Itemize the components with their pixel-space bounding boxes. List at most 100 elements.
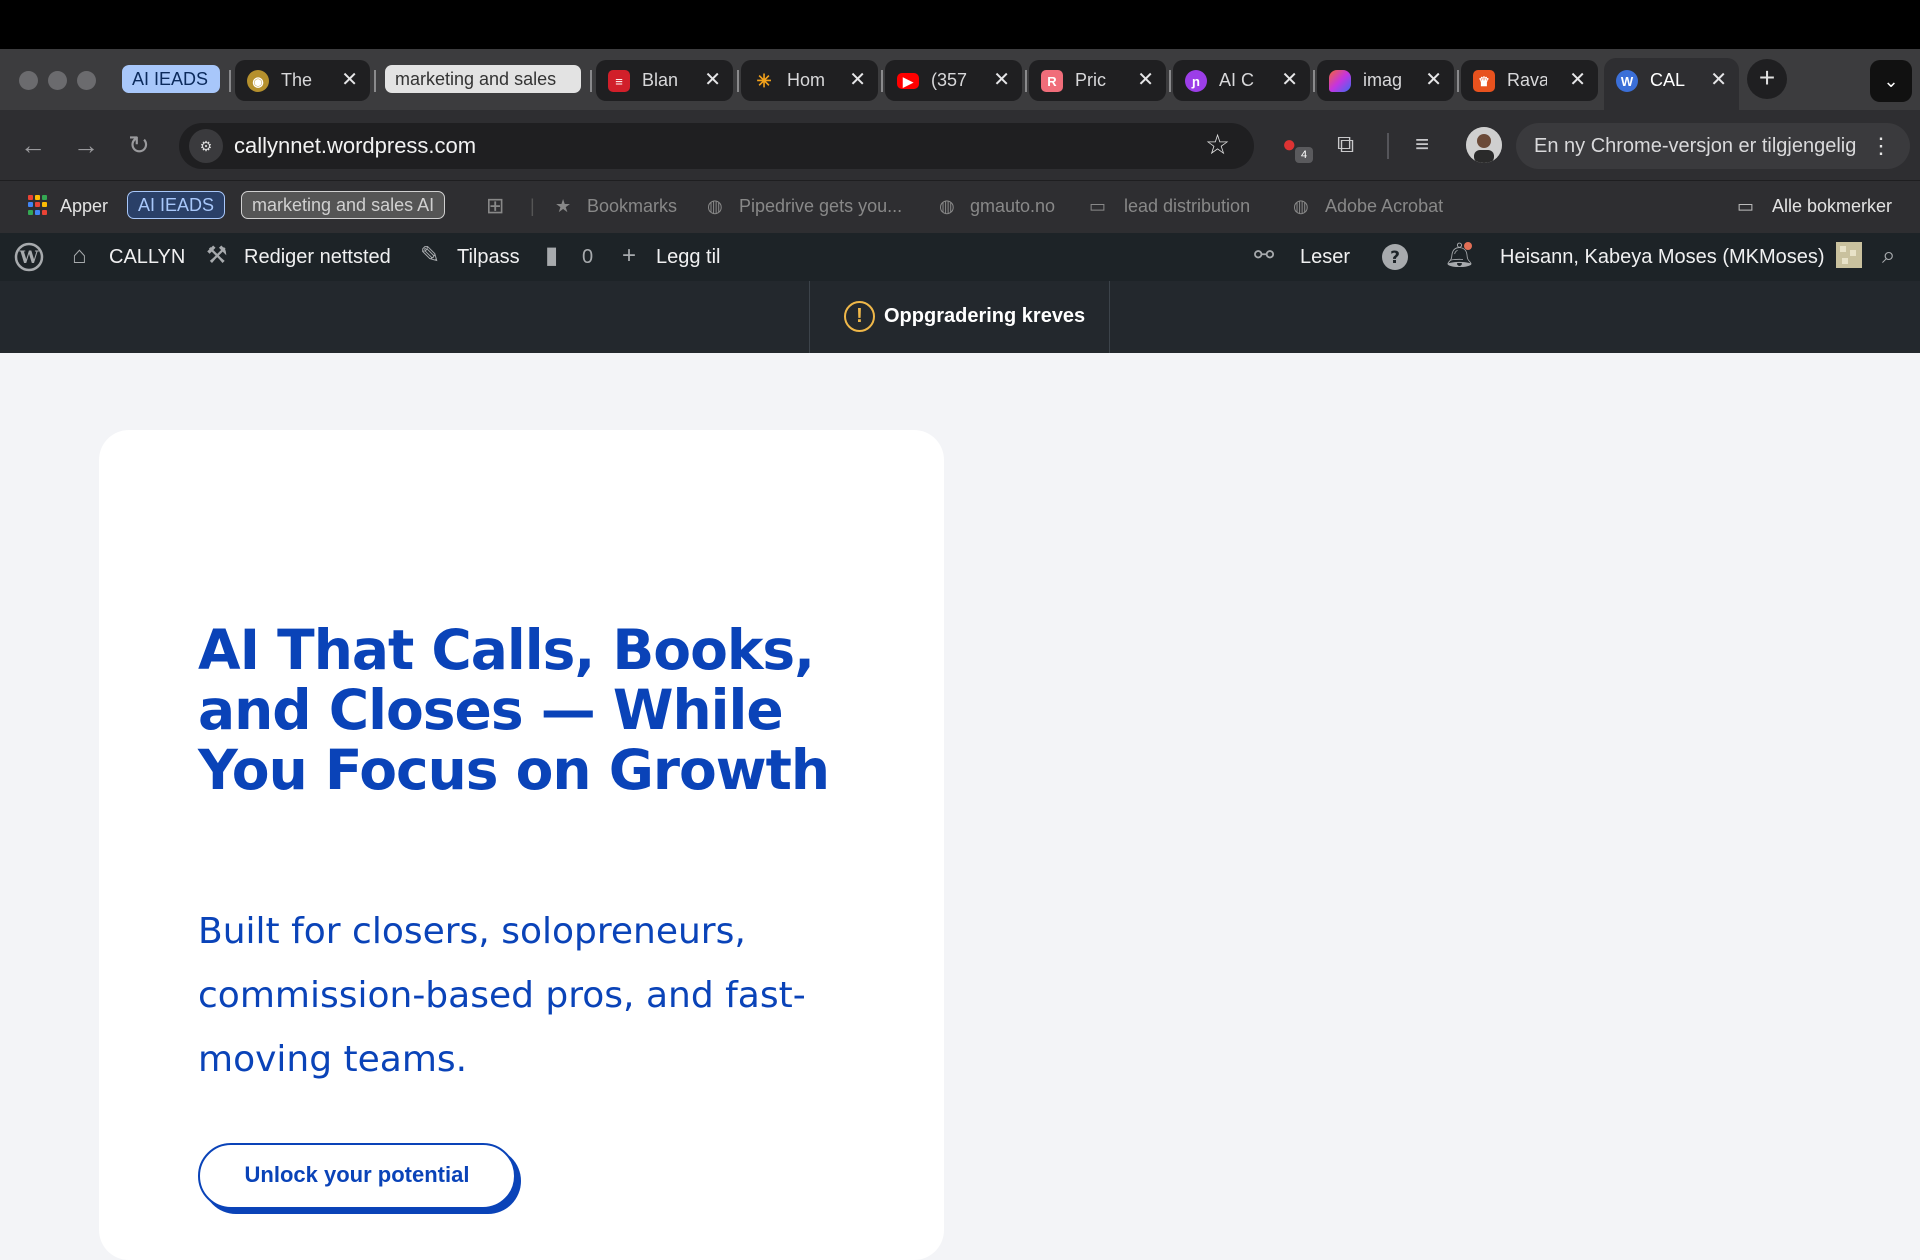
hero-card <box>99 430 944 1260</box>
close-icon[interactable]: ✕ <box>1281 60 1298 101</box>
close-icon[interactable]: ✕ <box>993 60 1010 101</box>
help-icon[interactable]: ? <box>1380 242 1410 279</box>
wp-edit-site[interactable]: Rediger nettsted <box>244 245 391 269</box>
upgrade-required-text[interactable]: Oppgradering kreves <box>884 305 1085 328</box>
wp-add-new[interactable]: Legg til <box>656 245 721 269</box>
tab-group-marketing[interactable]: marketing and sales <box>385 65 581 93</box>
tab-title: Hom <box>787 70 826 90</box>
sunburst-icon: ✳ <box>756 70 772 91</box>
wp-comments-count[interactable]: 0 <box>582 245 593 269</box>
wp-site-name[interactable]: CALLYN <box>109 245 185 269</box>
close-icon[interactable]: ✕ <box>1569 60 1586 101</box>
tab-cal-active[interactable]: W CAL ✕ <box>1604 58 1739 110</box>
bookmark-group-ai-ieads[interactable]: AI IEADS <box>127 191 226 219</box>
close-icon[interactable]: ✕ <box>704 60 721 101</box>
close-icon[interactable]: ✕ <box>1137 60 1154 101</box>
warning-icon: ! <box>844 301 875 332</box>
bookmark-apps[interactable]: Apper <box>60 193 108 219</box>
search-icon[interactable]: ⌕ <box>1882 242 1895 270</box>
hero-title: AI That Calls, Books, and Closes — While… <box>198 618 830 802</box>
hammer-icon: ⚒ <box>206 242 228 269</box>
tab-separator <box>1025 70 1027 92</box>
comment-icon: ▮ <box>545 242 559 269</box>
close-window-button[interactable] <box>19 71 38 90</box>
pricing-icon: R <box>1041 70 1063 92</box>
unlock-potential-button[interactable]: Unlock your potential <box>198 1143 516 1209</box>
tab-title: AI C <box>1219 70 1255 90</box>
apps-grid-icon <box>28 195 48 215</box>
toolbar-separator <box>1387 133 1389 159</box>
chevron-down-icon: ⌄ <box>1883 71 1899 91</box>
tab-title: (357 <box>931 70 968 90</box>
tab-separator <box>881 70 883 92</box>
tab-title: CAL <box>1650 70 1686 90</box>
minimize-window-button[interactable] <box>48 71 67 90</box>
maximize-window-button[interactable] <box>77 71 96 90</box>
close-icon[interactable]: ✕ <box>1425 60 1442 101</box>
tab-separator <box>737 70 739 92</box>
tab-the[interactable]: ◉ The ✕ <box>235 60 370 101</box>
user-avatar[interactable] <box>1836 242 1862 275</box>
ai-icon: ɲ <box>1185 70 1207 92</box>
tab-title: Pric <box>1075 70 1106 90</box>
extension-badge: 4 <box>1295 147 1313 163</box>
tab-hom[interactable]: ✳ Hom ✕ <box>741 60 878 101</box>
kebab-menu-icon[interactable]: ⋮ <box>1870 123 1892 169</box>
bookmarks-separator: | <box>530 196 535 216</box>
blank-icon: ≡ <box>608 70 630 92</box>
rava-icon: ♛ <box>1473 70 1495 92</box>
profile-avatar[interactable] <box>1466 127 1502 163</box>
update-text: En ny Chrome-versjon er tilgjengelig <box>1534 135 1857 157</box>
bookmark-group-marketing[interactable]: marketing and sales AI <box>241 191 446 219</box>
bell-icon[interactable]: 🔔︎ <box>1444 242 1474 270</box>
tab-title: Rava <box>1507 70 1547 90</box>
reload-icon[interactable]: ↻ <box>128 129 150 161</box>
tab-rava[interactable]: ♛ Rava ✕ <box>1461 60 1598 101</box>
brush-icon: ✎ <box>420 242 441 269</box>
tab-separator <box>374 70 376 92</box>
tab-groups-grid-icon[interactable]: ⊞ <box>486 193 504 219</box>
tab-separator <box>590 70 592 92</box>
tab-ai-c[interactable]: ɲ AI C ✕ <box>1173 60 1310 101</box>
star-icon: ★ <box>555 196 572 216</box>
tab-imag[interactable]: imag ✕ <box>1317 60 1454 101</box>
globe-icon: ◍ <box>939 196 955 216</box>
chrome-update-button[interactable]: En ny Chrome-versjon er tilgjengelig ⋮ <box>1516 123 1910 169</box>
tab-title: imag <box>1363 70 1403 90</box>
forward-arrow-icon[interactable]: → <box>73 129 99 161</box>
bookmark-bookmarks[interactable]: Bookmarks <box>587 193 677 219</box>
wp-customize[interactable]: Tilpass <box>457 245 520 269</box>
puzzle-extensions-icon[interactable]: ⧉ <box>1337 131 1354 159</box>
bookmark-star-icon[interactable]: ☆ <box>1205 128 1230 161</box>
folder-icon: ▭ <box>1737 196 1755 216</box>
url-text[interactable]: callynnet.wordpress.com <box>234 133 476 159</box>
tab-separator <box>1313 70 1315 92</box>
tab-separator <box>229 70 231 92</box>
bookmark-gmauto[interactable]: gmauto.no <box>970 193 1055 219</box>
globe-icon: ◍ <box>1293 196 1309 216</box>
tab-youtube[interactable]: ▶ (357 ✕ <box>885 60 1022 101</box>
back-arrow-icon[interactable]: ← <box>20 129 46 161</box>
hero-subtitle: Built for closers, solopreneurs, commiss… <box>198 911 806 1080</box>
wp-reader[interactable]: Leser <box>1300 245 1350 269</box>
wordpress-logo-icon[interactable]: W <box>14 242 44 279</box>
close-icon[interactable]: ✕ <box>341 60 358 101</box>
site-info-icon[interactable]: ⚙ <box>189 129 223 163</box>
tab-group-ai-ieads[interactable]: AI IEADS <box>122 65 220 93</box>
wordpress-icon: W <box>1616 70 1638 92</box>
new-tab-button[interactable]: + <box>1747 59 1787 99</box>
reading-list-icon[interactable]: ≡ <box>1415 131 1429 159</box>
bookmark-adobe-acrobat[interactable]: Adobe Acrobat <box>1325 193 1443 219</box>
image-icon <box>1329 70 1351 92</box>
bookmark-lead-distribution[interactable]: lead distribution <box>1124 193 1250 219</box>
close-icon[interactable]: ✕ <box>1710 60 1727 101</box>
tab-pric[interactable]: R Pric ✕ <box>1029 60 1166 101</box>
wp-greeting[interactable]: Heisann, Kabeya Moses (MKMoses) <box>1500 245 1825 269</box>
tab-blan[interactable]: ≡ Blan ✕ <box>596 60 733 101</box>
bookmark-pipedrive[interactable]: Pipedrive gets you... <box>739 193 902 219</box>
close-icon[interactable]: ✕ <box>849 60 866 101</box>
svg-text:?: ? <box>1390 248 1400 268</box>
svg-text:W: W <box>18 248 39 268</box>
tab-search-button[interactable]: ⌄ <box>1870 60 1912 102</box>
bookmark-all[interactable]: Alle bokmerker <box>1772 193 1892 219</box>
